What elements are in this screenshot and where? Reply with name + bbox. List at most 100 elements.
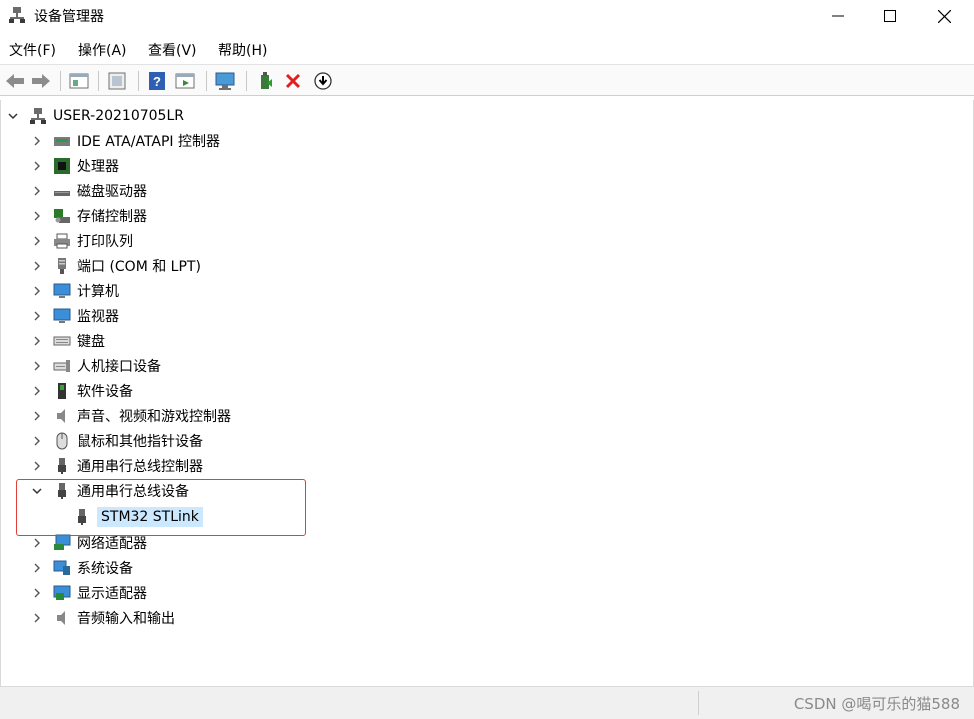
tree-item-label: 系统设备 bbox=[77, 561, 133, 577]
tree-item-label: 磁盘驱动器 bbox=[77, 184, 147, 200]
menu-help[interactable]: 帮助(H) bbox=[218, 40, 267, 60]
device-manager-icon bbox=[8, 6, 26, 24]
download-icon bbox=[314, 72, 332, 90]
tree-item-label: 键盘 bbox=[77, 334, 105, 350]
chevron-right-icon[interactable] bbox=[31, 410, 43, 422]
chevron-right-icon[interactable] bbox=[31, 310, 43, 322]
tree-item-hid[interactable]: 人机接口设备 bbox=[31, 354, 161, 378]
tree-item-system[interactable]: 系统设备 bbox=[31, 556, 133, 580]
ide-icon bbox=[53, 132, 71, 150]
tree-item-port[interactable]: 端口 (COM 和 LPT) bbox=[31, 254, 201, 278]
tree-item-sound[interactable]: 声音、视频和游戏控制器 bbox=[31, 404, 231, 428]
tree-item-disk[interactable]: 磁盘驱动器 bbox=[31, 179, 147, 203]
tree-item-mouse[interactable]: 鼠标和其他指针设备 bbox=[31, 429, 203, 453]
port-icon bbox=[53, 257, 71, 275]
disk-icon bbox=[53, 182, 71, 200]
tree-item-processor[interactable]: 处理器 bbox=[31, 154, 119, 178]
tree-item-label: 声音、视频和游戏控制器 bbox=[77, 409, 231, 425]
hid-icon bbox=[53, 357, 71, 375]
download-button[interactable] bbox=[312, 70, 334, 92]
storage-icon bbox=[53, 207, 71, 225]
watermark: CSDN @喝可乐的猫588 bbox=[793, 695, 960, 713]
chevron-right-icon[interactable] bbox=[31, 385, 43, 397]
tree-root[interactable]: USER-20210705LR bbox=[7, 104, 184, 128]
tree-item-printer[interactable]: 打印队列 bbox=[31, 229, 133, 253]
tree-item-computer[interactable]: 计算机 bbox=[31, 279, 119, 303]
show-hidden-button[interactable] bbox=[174, 70, 196, 92]
toolbar: ? bbox=[0, 64, 974, 96]
computer-icon bbox=[53, 282, 71, 300]
minimize-button[interactable] bbox=[812, 0, 864, 32]
tree-item-label: 存储控制器 bbox=[77, 209, 147, 225]
menu-view[interactable]: 查看(V) bbox=[148, 40, 197, 60]
tree-item-monitor[interactable]: 监视器 bbox=[31, 304, 119, 328]
update-driver-button[interactable] bbox=[106, 70, 128, 92]
tree-item-display[interactable]: 显示适配器 bbox=[31, 581, 147, 605]
speaker-icon bbox=[53, 407, 71, 425]
tree-item-label: 处理器 bbox=[77, 159, 119, 175]
tree-item-label: 计算机 bbox=[77, 284, 119, 300]
chevron-right-icon[interactable] bbox=[31, 185, 43, 197]
chevron-right-icon[interactable] bbox=[31, 537, 43, 549]
chevron-right-icon[interactable] bbox=[31, 210, 43, 222]
chevron-down-icon[interactable] bbox=[7, 110, 19, 122]
chevron-right-icon[interactable] bbox=[31, 460, 43, 472]
back-button[interactable] bbox=[4, 70, 26, 92]
chevron-right-icon[interactable] bbox=[31, 260, 43, 272]
chevron-right-icon[interactable] bbox=[31, 587, 43, 599]
status-separator bbox=[698, 691, 699, 715]
chevron-right-icon[interactable] bbox=[31, 562, 43, 574]
properties-button[interactable] bbox=[68, 70, 90, 92]
menu-action[interactable]: 操作(A) bbox=[78, 40, 127, 60]
network-icon bbox=[53, 534, 71, 552]
software-icon bbox=[53, 382, 71, 400]
computer-tree-icon bbox=[29, 107, 47, 125]
chevron-right-icon[interactable] bbox=[31, 335, 43, 347]
help-button[interactable]: ? bbox=[146, 70, 168, 92]
chevron-right-icon[interactable] bbox=[31, 435, 43, 447]
system-icon bbox=[53, 559, 71, 577]
update-icon bbox=[108, 72, 126, 90]
tree-item-label: 显示适配器 bbox=[77, 586, 147, 602]
tree-item-usb-controller[interactable]: 通用串行总线控制器 bbox=[31, 454, 203, 478]
tree-item-label: 软件设备 bbox=[77, 384, 133, 400]
tree-item-storage[interactable]: 存储控制器 bbox=[31, 204, 147, 228]
tree-item-ide[interactable]: IDE ATA/ATAPI 控制器 bbox=[31, 129, 220, 153]
menu-bar: 文件(F) 操作(A) 查看(V) 帮助(H) bbox=[0, 36, 974, 62]
tree-item-audio[interactable]: 音频输入和输出 bbox=[31, 606, 175, 630]
toolbar-separator bbox=[98, 71, 99, 91]
add-driver-button[interactable] bbox=[254, 70, 276, 92]
svg-text:?: ? bbox=[153, 74, 161, 89]
window-title: 设备管理器 bbox=[34, 9, 104, 25]
chevron-right-icon[interactable] bbox=[31, 160, 43, 172]
maximize-button[interactable] bbox=[864, 0, 916, 32]
tree-item-label: 打印队列 bbox=[77, 234, 133, 250]
tree-item-label: 音频输入和输出 bbox=[77, 611, 175, 627]
device-tree: USER-20210705LR IDE ATA/ATAPI 控制器 处理器 磁盘… bbox=[0, 100, 974, 686]
display-icon bbox=[53, 584, 71, 602]
tree-item-keyboard[interactable]: 键盘 bbox=[31, 329, 105, 353]
scan-hardware-button[interactable] bbox=[214, 70, 236, 92]
processor-icon bbox=[53, 157, 71, 175]
monitor-icon bbox=[215, 72, 235, 90]
toolbar-separator bbox=[138, 71, 139, 91]
keyboard-icon bbox=[53, 332, 71, 350]
forward-button[interactable] bbox=[30, 70, 52, 92]
maximize-icon bbox=[884, 10, 896, 22]
close-button[interactable] bbox=[918, 0, 970, 32]
audio-icon bbox=[53, 609, 71, 627]
uninstall-button[interactable] bbox=[282, 70, 304, 92]
help-icon: ? bbox=[149, 72, 165, 90]
chevron-right-icon[interactable] bbox=[31, 612, 43, 624]
chevron-right-icon[interactable] bbox=[31, 360, 43, 372]
chevron-right-icon[interactable] bbox=[31, 135, 43, 147]
toolbar-separator bbox=[246, 71, 247, 91]
tree-item-software[interactable]: 软件设备 bbox=[31, 379, 133, 403]
close-icon bbox=[937, 9, 951, 23]
menu-file[interactable]: 文件(F) bbox=[9, 40, 56, 60]
highlight-annotation-box bbox=[16, 479, 306, 536]
uninstall-icon bbox=[285, 73, 301, 89]
tree-item-label: 人机接口设备 bbox=[77, 359, 161, 375]
chevron-right-icon[interactable] bbox=[31, 285, 43, 297]
chevron-right-icon[interactable] bbox=[31, 235, 43, 247]
